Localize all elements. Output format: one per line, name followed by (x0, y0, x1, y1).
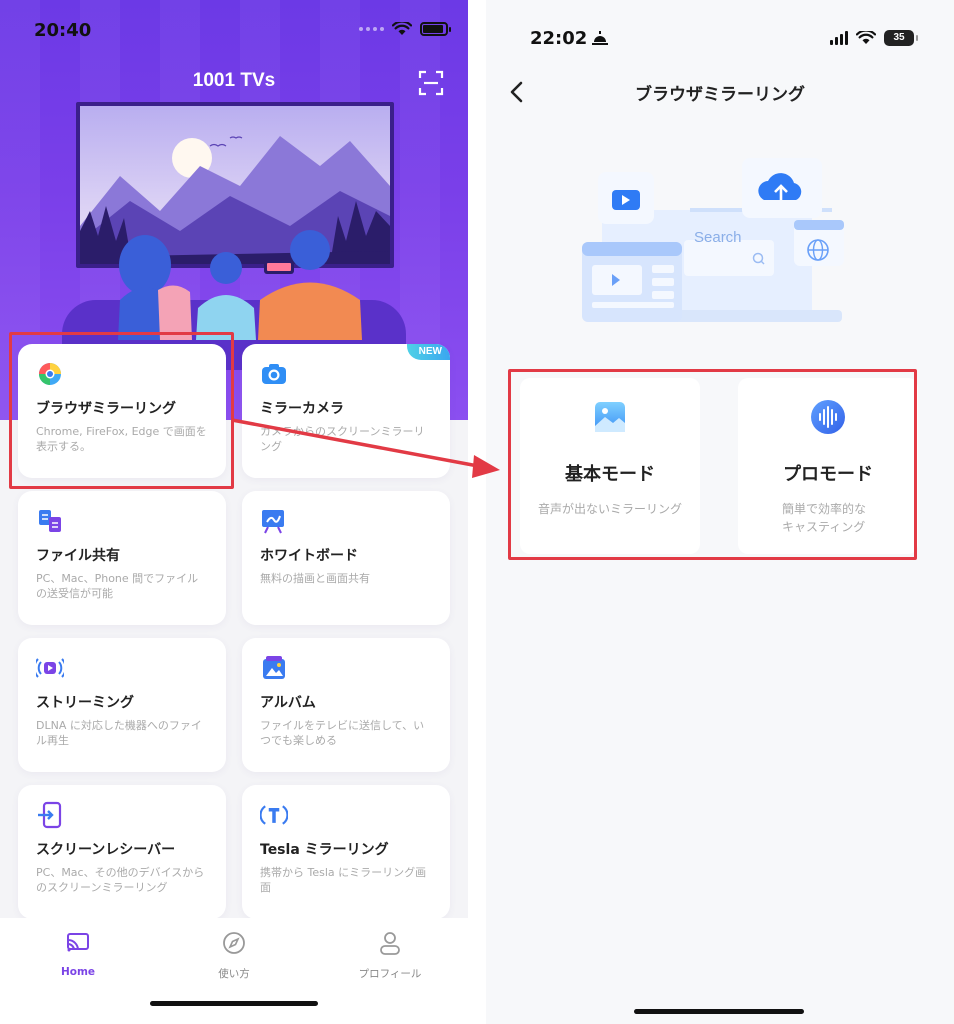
card-description: PC、Mac、Phone 間でファイルの送受信が可能 (36, 572, 199, 601)
card-title: ミラーカメラ (260, 401, 344, 417)
back-chevron-icon[interactable] (506, 80, 528, 104)
battery-level: 35 (884, 30, 918, 46)
wifi-icon (856, 31, 876, 44)
home-indicator[interactable] (150, 1001, 318, 1006)
camera-icon (262, 364, 286, 384)
tesla-icon (259, 805, 289, 825)
feature-card-file-share[interactable]: ファイル共有 PC、Mac、Phone 間でファイルの送受信が可能 (18, 491, 226, 625)
card-title: ホワイトボード (260, 548, 358, 564)
browser-mirroring-illustration: Search (582, 158, 844, 322)
card-description: 携帯から Tesla にミラーリング画面 (260, 866, 427, 895)
wifi-icon (392, 22, 412, 35)
compass-icon (223, 932, 245, 954)
tab-how-to-use[interactable]: 使い方 (174, 930, 294, 981)
app-title: 1001 TVs (192, 70, 276, 91)
card-title: ストリーミング (36, 695, 134, 711)
feature-card-browser-mirroring[interactable]: ブラウザミラーリング Chrome, FireFox, Edge で画面を表示す… (18, 344, 226, 478)
whiteboard-icon (262, 510, 284, 534)
card-description: PC、Mac、その他のデバイスからのスクリーンミラーリング (36, 866, 205, 895)
screen-receiver-icon (38, 801, 62, 829)
sunset-icon (592, 31, 608, 45)
card-description: DLNA に対応した機器へのファイル再生 (36, 719, 202, 748)
screenshot-stage: 20:40 1001 TVs ブラウザミラーリング Chrome, FireFo… (0, 0, 954, 1024)
left-phone-screen: 20:40 1001 TVs ブラウザミラーリング Chrome, FireFo… (0, 0, 468, 1024)
status-bar: 20:40 (0, 0, 468, 60)
card-title: スクリーンレシーバー (36, 842, 176, 858)
tab-profile[interactable]: プロフィール (330, 930, 450, 981)
battery-icon (420, 22, 451, 36)
tab-home[interactable]: Home (18, 930, 138, 978)
tab-label: プロフィール (358, 968, 422, 980)
card-title: アルバム (260, 695, 316, 711)
cast-icon (67, 933, 89, 952)
album-icon (263, 656, 285, 679)
card-title: ファイル共有 (36, 548, 120, 564)
card-description: Chrome, FireFox, Edge で画面を表示する。 (36, 425, 207, 454)
right-phone-screen: 22:02 35 ブラウザミラーリング Search 基本モード 音声が出ないミ… (486, 0, 954, 1024)
home-indicator[interactable] (634, 1009, 804, 1014)
status-time: 20:40 (34, 20, 92, 41)
status-time: 22:02 (530, 28, 588, 49)
scan-icon[interactable] (418, 70, 444, 96)
family-illustration (118, 230, 362, 340)
new-badge: NEW (406, 344, 450, 360)
card-description: ファイルをテレビに送信して、いつでも楽しめる (260, 719, 425, 748)
file-share-icon (39, 510, 61, 532)
tab-bar: Home 使い方 プロフィール (0, 918, 468, 1024)
browser-globe-icon (39, 363, 61, 385)
card-title: ブラウザミラーリング (36, 401, 176, 417)
signal-dots-icon (359, 27, 384, 31)
tab-label: Home (60, 966, 96, 978)
tab-label: 使い方 (218, 968, 250, 980)
profile-icon (380, 932, 400, 955)
feature-card-whiteboard[interactable]: ホワイトボード 無料の描画と画面共有 (242, 491, 450, 625)
streaming-icon (33, 658, 67, 678)
highlight-box-modes (508, 369, 917, 560)
feature-card-screen-receiver[interactable]: スクリーンレシーバー PC、Mac、その他のデバイスからのスクリーンミラーリング (18, 785, 226, 919)
card-description: カメラからのスクリーンミラーリング (260, 425, 425, 454)
page-title: ブラウザミラーリング (635, 85, 805, 105)
feature-card-tesla-mirroring[interactable]: Tesla ミラーリング 携帯から Tesla にミラーリング画面 (242, 785, 450, 919)
feature-card-streaming[interactable]: ストリーミング DLNA に対応した機器へのファイル再生 (18, 638, 226, 772)
illustration-search-text: Search (694, 229, 742, 246)
cellular-signal-icon (830, 31, 848, 45)
card-description: 無料の描画と画面共有 (260, 572, 370, 585)
feature-card-album[interactable]: アルバム ファイルをテレビに送信して、いつでも楽しめる (242, 638, 450, 772)
card-title: Tesla ミラーリング (260, 842, 389, 858)
feature-card-mirror-camera[interactable]: NEW ミラーカメラ カメラからのスクリーンミラーリング (242, 344, 450, 478)
